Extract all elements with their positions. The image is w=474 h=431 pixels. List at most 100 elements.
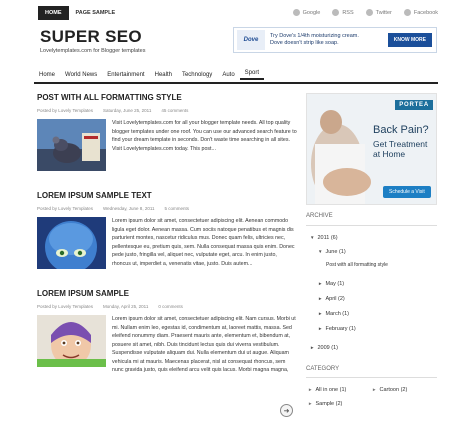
social-facebook[interactable]: Facebook [403, 9, 438, 16]
archive-month-may[interactable]: ► May (1) [318, 281, 344, 287]
top-nav-page-sample[interactable]: PAGE SAMPLE [69, 6, 123, 20]
post-body: Visit Lovelytemplates.com for all your b… [37, 119, 297, 171]
main-nav: Home World News Entertainment Health Tec… [34, 67, 438, 84]
google-icon [292, 9, 300, 16]
nav-technology[interactable]: Technology [177, 72, 217, 78]
nav-entertainment[interactable]: Entertainment [102, 72, 149, 78]
post-meta: Posted by Lovely Templates Wednesday, Ju… [37, 206, 297, 211]
archive-month-february-count: (1) [349, 326, 356, 332]
nav-auto[interactable]: Auto [217, 72, 239, 78]
triangle-right-icon: ► [318, 311, 323, 316]
site-title[interactable]: SUPER SEO [40, 27, 142, 47]
post-excerpt: Visit Lovelytemplates.com for all your b… [112, 120, 297, 152]
post-author: Posted by Lovely Templates [37, 108, 93, 113]
social-twitter-label: Twitter [375, 9, 392, 16]
rss-icon [332, 9, 340, 16]
sidebar-ad-subline: Get Treatment at Home [373, 139, 427, 160]
dove-logo: Dove [237, 30, 265, 50]
archive-month-june-label: June [325, 249, 338, 255]
post-thumbnail-megamind[interactable] [37, 217, 106, 269]
post-thumbnail-rat[interactable] [37, 119, 106, 171]
post-meta: Posted by Lovely Templates Saturday, Jun… [37, 108, 297, 113]
schedule-visit-button[interactable]: Schedule a Visit [383, 186, 431, 198]
post-comments[interactable]: 0 comments [158, 304, 183, 309]
social-google-label: Google [302, 9, 321, 16]
ad-banner-line2: Dove doesn't strip like soap. [270, 40, 339, 46]
arrow-right-icon: ➜ [283, 407, 290, 415]
top-nav-home[interactable]: HOME [38, 6, 69, 20]
category-item-all-in-one[interactable]: ► All in one (1) [308, 387, 346, 393]
category-item-sample[interactable]: ► Sample (2) [308, 401, 342, 407]
archive-title: ARCHIVE [306, 213, 333, 219]
post-thumbnail-buzz[interactable] [37, 315, 106, 367]
nav-world-news[interactable]: World News [60, 72, 102, 78]
archive-year-2009-count: (1) [331, 345, 338, 351]
archive-month-april-count: (2) [338, 296, 345, 302]
archive-year-2011-count: (6) [330, 235, 338, 241]
post-comments[interactable]: 45 comments [161, 108, 188, 113]
triangle-right-icon: ► [318, 326, 323, 331]
category-item-count: (2) [400, 387, 408, 393]
category-item-label: Cartoon [379, 387, 400, 393]
post-body: Lorem ipsum dolor sit amet, consectetuer… [37, 217, 297, 269]
category-title: CATEGORY [306, 366, 340, 372]
archive-post-label: Post with all formatting style [326, 262, 388, 268]
archive-month-march-count: (1) [342, 311, 350, 317]
social-rss[interactable]: RSS [332, 9, 354, 16]
triangle-right-icon: ► [310, 345, 315, 350]
post-body: Lorem ipsum dolor sit amet, consectetuer… [37, 315, 297, 375]
category-item-label: Sample [315, 401, 335, 407]
header-ad-banner[interactable]: Dove Try Dove's 1/4th moisturizing cream… [233, 27, 437, 53]
nav-home[interactable]: Home [34, 72, 60, 78]
sidebar-ad-headline: Back Pain? [373, 124, 429, 136]
social-google[interactable]: Google [292, 9, 321, 16]
twitter-icon [365, 9, 373, 16]
post-title[interactable]: LOREM IPSUM SAMPLE TEXT [37, 191, 297, 200]
nav-health[interactable]: Health [150, 72, 177, 78]
sidebar-ad-subline-2: at Home [373, 148, 406, 159]
post-date: Saturday, June 25, 2011 [102, 108, 152, 113]
archive-year-2009[interactable]: ► 2009 (1) [310, 345, 338, 351]
social-facebook-label: Facebook [413, 9, 438, 16]
post-item: LOREM IPSUM SAMPLE Posted by Lovely Temp… [37, 289, 297, 375]
post-title[interactable]: POST WITH ALL FORMATTING STYLE [37, 93, 297, 102]
post-excerpt: Lorem ipsum dolor sit amet, consectetuer… [112, 218, 295, 267]
archive-month-april[interactable]: ► April (2) [318, 296, 345, 302]
post-comments[interactable]: 5 comments [165, 206, 190, 211]
post-author: Posted by Lovely Templates [37, 206, 93, 211]
post-meta: Posted by Lovely Templates Monday, April… [37, 304, 297, 309]
top-bar: HOME PAGE SAMPLE Google RSS Twitter Face… [32, 3, 442, 23]
triangle-right-icon: ► [318, 281, 323, 286]
category-item-count: (1) [339, 387, 347, 393]
category-item-count: (2) [335, 401, 343, 407]
archive-month-march[interactable]: ► March (1) [318, 311, 349, 317]
category-divider [306, 377, 437, 378]
archive-year-2011[interactable]: ▼ 2011 (6) [310, 235, 338, 241]
archive-month-june[interactable]: ▼ June (1) [318, 249, 346, 255]
archive-year-2009-label: 2009 [317, 345, 330, 351]
facebook-icon [403, 9, 411, 16]
ad-banner-text: Try Dove's 1/4th moisturizing cream. Dov… [265, 33, 388, 48]
post-date: Wednesday, June 8, 2011 [102, 206, 155, 211]
bullet-icon: ► [372, 387, 377, 392]
category-item-cartoon[interactable]: ► Cartoon (2) [372, 387, 407, 393]
ad-know-more-button[interactable]: KNOW MORE [387, 33, 432, 47]
archive-month-june-count: (1) [338, 249, 346, 255]
post-title[interactable]: LOREM IPSUM SAMPLE [37, 289, 297, 298]
post-author: Posted by Lovely Templates [37, 304, 93, 309]
archive-post-link[interactable]: Post with all formatting style [326, 262, 388, 268]
archive-month-may-label: May [325, 281, 336, 287]
sidebar-ad[interactable]: PORTEA Back Pain? Get Treatment at Home … [306, 93, 437, 205]
triangle-down-icon: ▼ [310, 235, 315, 240]
site-tagline: Lovelytemplates.com for Blogger template… [40, 48, 146, 54]
archive-year-2011-label: 2011 [317, 235, 330, 241]
social-twitter[interactable]: Twitter [365, 9, 392, 16]
archive-month-february[interactable]: ► February (1) [318, 326, 356, 332]
ad-banner-line1: Try Dove's 1/4th moisturizing cream. [270, 32, 359, 39]
top-nav: HOME PAGE SAMPLE [38, 6, 122, 20]
nav-sport[interactable]: Sport [239, 70, 264, 80]
next-page-button[interactable]: ➜ [280, 404, 293, 417]
archive-month-april-label: April [325, 296, 337, 302]
social-links: Google RSS Twitter Facebook [292, 9, 438, 16]
triangle-right-icon: ► [318, 296, 323, 301]
